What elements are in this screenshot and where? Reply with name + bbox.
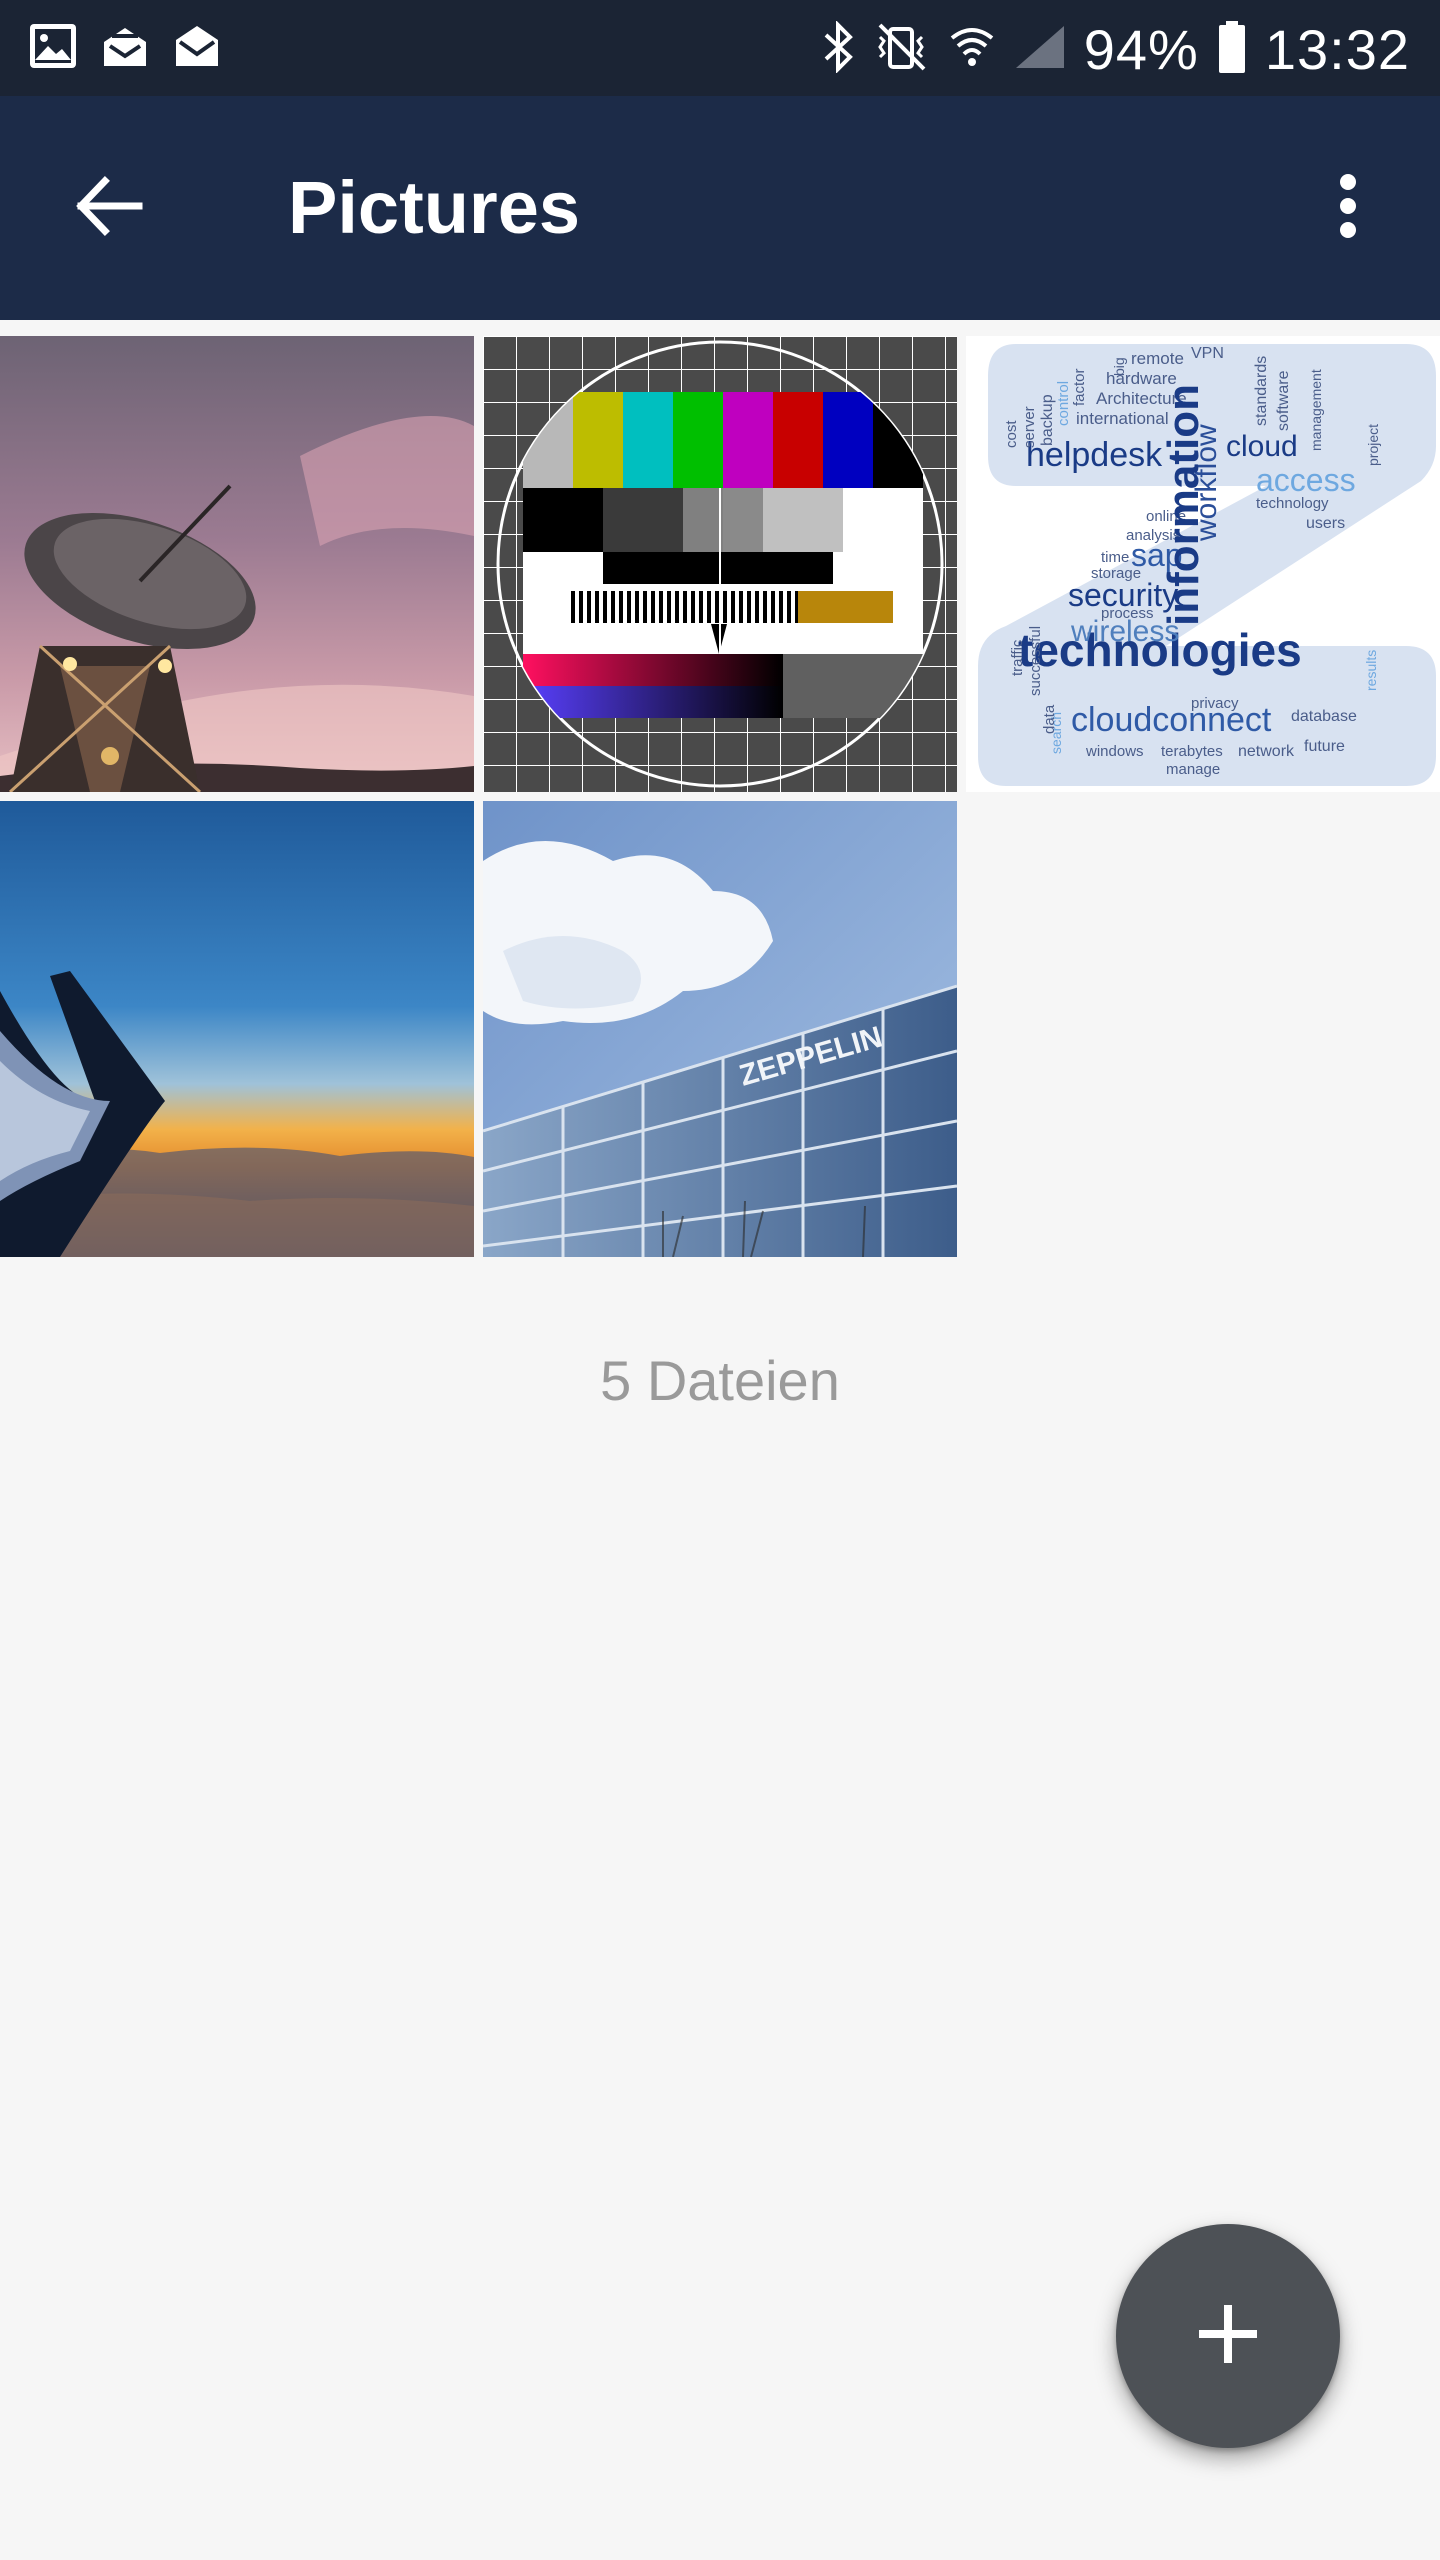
battery-icon — [1217, 20, 1247, 79]
app-bar: Pictures — [0, 96, 1440, 320]
word-cloud-w28: time — [1101, 549, 1129, 566]
word-cloud-main-c: cloudconnect — [1071, 701, 1272, 739]
thumbnail-airplane-wing[interactable] — [0, 801, 474, 1257]
word-cloud-w16: network — [1238, 743, 1295, 760]
word-cloud-w34: backup — [1039, 394, 1056, 446]
system-status: 94% 13:32 — [822, 14, 1410, 84]
clock: 13:32 — [1264, 17, 1410, 81]
word-cloud-w17: future — [1304, 738, 1345, 755]
thumbnail-word-cloud[interactable]: technologies cloudconnect helpdesk acces… — [966, 336, 1440, 792]
word-cloud-w40: management — [1308, 369, 1324, 451]
word-cloud-w36: cost — [1003, 420, 1020, 448]
word-cloud-w18: windows — [1085, 743, 1144, 760]
word-cloud-w39: control — [1055, 381, 1072, 426]
word-cloud-w5: cloud — [1226, 430, 1298, 463]
signal-icon — [1014, 22, 1066, 77]
word-cloud-w13: standards — [1253, 356, 1270, 426]
word-cloud-w19: terabytes — [1161, 743, 1223, 760]
word-cloud-w11: VPN — [1191, 345, 1224, 362]
word-cloud-w23: users — [1306, 515, 1345, 532]
add-button[interactable] — [1116, 2224, 1340, 2448]
word-cloud-w32: traffic — [1009, 639, 1026, 676]
overflow-menu-button[interactable] — [1300, 160, 1396, 256]
arrow-left-icon — [73, 175, 143, 242]
bluetooth-icon — [822, 19, 856, 78]
thumbnail-radio-telescope[interactable] — [0, 336, 474, 792]
back-button[interactable] — [60, 160, 156, 256]
thumbnail-tv-test-pattern[interactable] — [483, 336, 957, 792]
battery-percent: 94% — [1083, 17, 1199, 81]
word-cloud-w27: storage — [1091, 565, 1141, 582]
notification-icons — [28, 22, 222, 75]
page-title: Pictures — [288, 166, 581, 249]
wifi-icon — [948, 22, 996, 77]
word-cloud-w2: access — [1256, 462, 1356, 498]
word-cloud-w41: data — [1041, 704, 1058, 734]
word-cloud-w24: technology — [1256, 495, 1329, 512]
word-cloud-w30: project — [1365, 424, 1381, 466]
word-cloud-w10: remote — [1131, 349, 1184, 368]
mail-stack-icon — [100, 22, 150, 75]
status-bar: 94% 13:32 — [0, 0, 1440, 96]
word-cloud-w15: database — [1291, 708, 1357, 725]
file-count: 5 Dateien — [600, 1349, 840, 1412]
word-cloud-w29: results — [1363, 650, 1379, 691]
word-cloud-w38: factor — [1071, 368, 1088, 406]
word-cloud-main-b: information — [1159, 384, 1208, 626]
word-cloud-w21: privacy — [1191, 695, 1239, 712]
vibrate-mute-icon — [874, 21, 930, 78]
word-cloud-w35: server — [1021, 406, 1038, 448]
word-cloud-w14: software — [1275, 370, 1292, 431]
word-cloud-w22: process — [1101, 605, 1154, 622]
more-vert-icon — [1338, 173, 1358, 244]
thumbnail-zeppelin-building[interactable]: ZEPPELIN — [483, 801, 957, 1257]
word-cloud-w20: manage — [1166, 761, 1220, 778]
word-cloud-w31: successful — [1027, 626, 1044, 696]
gallery-icon — [28, 22, 78, 75]
word-cloud-w12: international — [1076, 409, 1169, 428]
word-cloud-w37: big — [1111, 357, 1127, 376]
mail-open-icon — [172, 22, 222, 75]
plus-icon — [1195, 2301, 1261, 2372]
